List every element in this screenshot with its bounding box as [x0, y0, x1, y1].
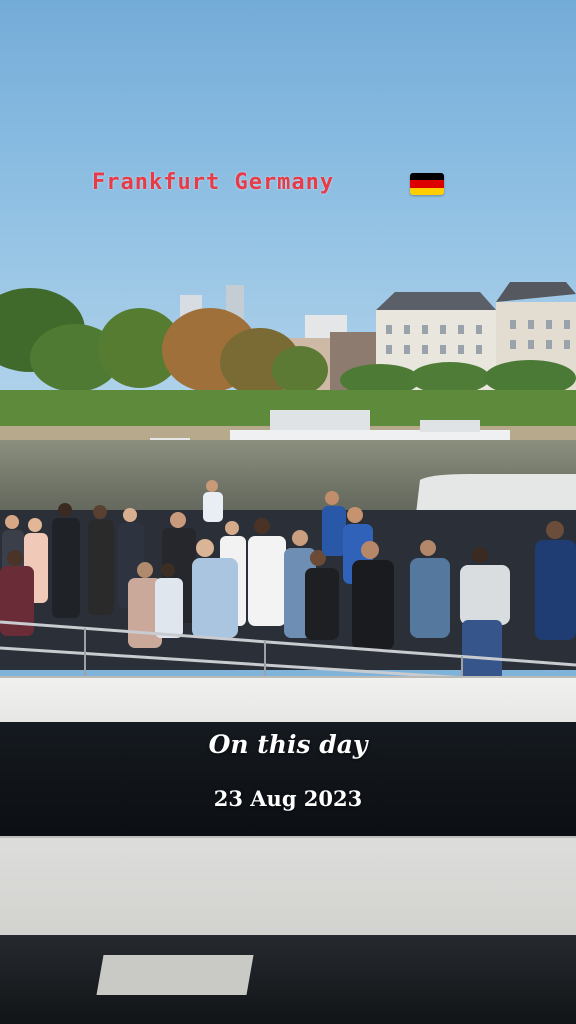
location-title: Frankfurt Germany [92, 170, 335, 195]
story-photo [0, 0, 576, 1024]
germany-flag-icon [410, 173, 444, 195]
city-skyline [0, 282, 576, 444]
memory-date: 23 Aug 2023 [213, 786, 363, 811]
memory-label: On this day [208, 730, 368, 759]
boat-base [0, 935, 576, 1024]
hull-panel [96, 955, 254, 995]
